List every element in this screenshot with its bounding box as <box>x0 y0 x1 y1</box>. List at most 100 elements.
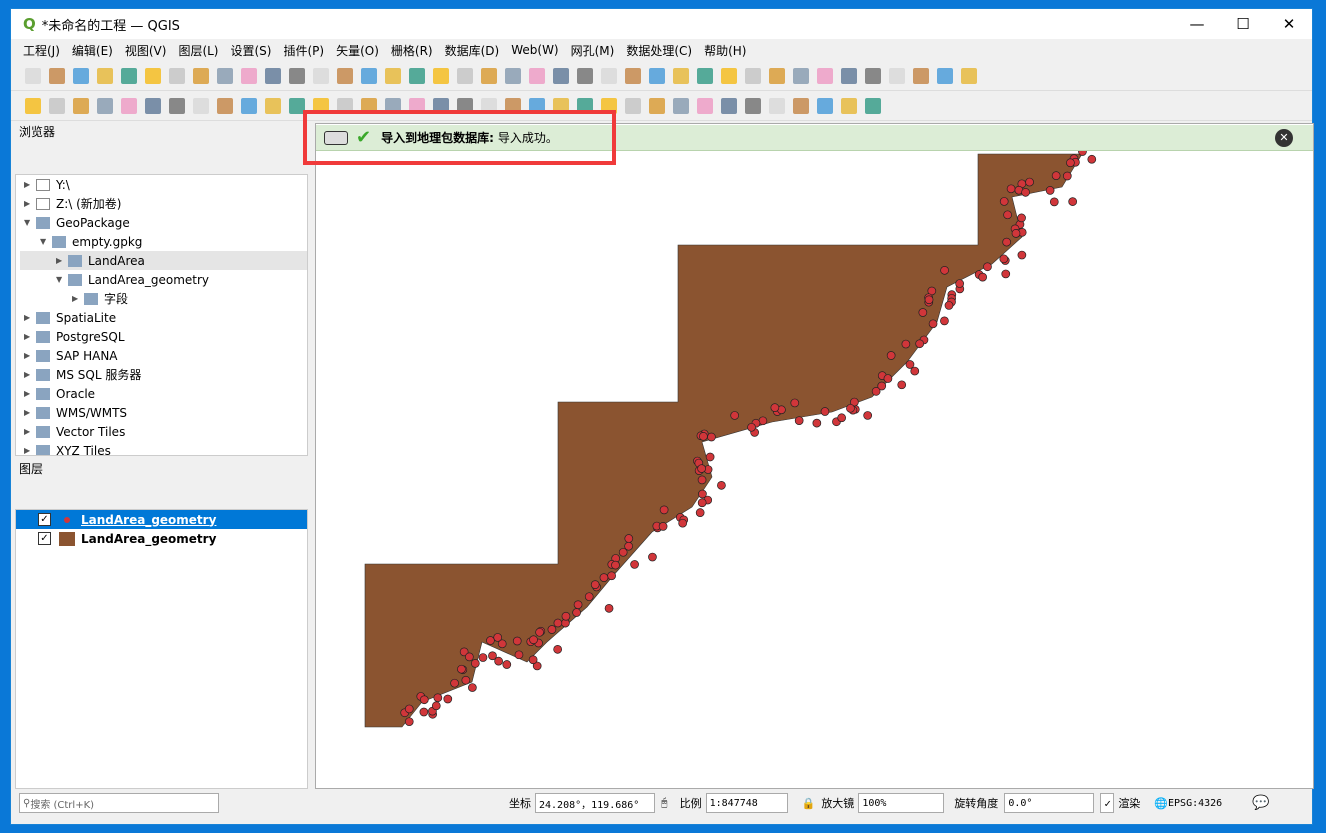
toolbar-tool-icon[interactable] <box>817 67 833 84</box>
map-canvas[interactable]: ✔ 导入到地理包数据库: 导入成功。 ✕ <box>315 123 1314 789</box>
toolbar-tool-icon[interactable] <box>721 97 737 114</box>
expand-arrow-icon[interactable]: ▼ <box>56 275 68 284</box>
expand-arrow-icon[interactable]: ▶ <box>56 256 68 265</box>
expand-arrow-icon[interactable]: ▶ <box>24 199 36 208</box>
toolbar-tool-icon[interactable] <box>73 67 89 84</box>
toolbar-tool-icon[interactable] <box>49 97 65 114</box>
toolbar-tool-icon[interactable] <box>337 67 353 84</box>
layer-visibility-checkbox[interactable]: ✓ <box>38 532 51 545</box>
expand-arrow-icon[interactable]: ▼ <box>24 218 36 227</box>
toolbar-tool-icon[interactable] <box>937 67 953 84</box>
maximize-button[interactable]: ☐ <box>1220 9 1266 39</box>
toolbar-tool-icon[interactable] <box>169 67 185 84</box>
toolbar-tool-icon[interactable] <box>697 97 713 114</box>
minimize-button[interactable]: — <box>1174 9 1220 39</box>
toolbar-tool-icon[interactable] <box>865 97 881 114</box>
browser-item[interactable]: ▼ empty.gpkg <box>20 232 307 251</box>
toolbar-tool-icon[interactable] <box>121 97 137 114</box>
expand-arrow-icon[interactable]: ▶ <box>24 332 36 341</box>
expand-arrow-icon[interactable]: ▶ <box>24 446 36 455</box>
browser-item[interactable]: ▶ PostgreSQL <box>20 327 307 346</box>
menu-item[interactable]: 编辑(E) <box>72 42 113 59</box>
search-input[interactable]: ⚲ 搜索 (Ctrl+K) <box>19 793 219 813</box>
toolbar-tool-icon[interactable] <box>601 67 617 84</box>
mouse-icon[interactable]: 🖰 <box>661 796 668 810</box>
coord-field[interactable]: 24.208°，119.686° <box>535 793 655 813</box>
toolbar-tool-icon[interactable] <box>793 97 809 114</box>
toolbar-tool-icon[interactable] <box>481 67 497 84</box>
toolbar-tool-icon[interactable] <box>313 67 329 84</box>
toolbar-tool-icon[interactable] <box>433 67 449 84</box>
toolbar-tool-icon[interactable] <box>769 97 785 114</box>
toolbar-tool-icon[interactable] <box>193 97 209 114</box>
toolbar-tool-icon[interactable] <box>889 67 905 84</box>
browser-item[interactable]: ▶ Vector Tiles <box>20 422 307 441</box>
browser-item[interactable]: ▶ Oracle <box>20 384 307 403</box>
expand-arrow-icon[interactable]: ▼ <box>40 237 52 246</box>
expand-arrow-icon[interactable]: ▶ <box>24 427 36 436</box>
toolbar-tool-icon[interactable] <box>793 67 809 84</box>
menu-item[interactable]: 插件(P) <box>283 42 324 59</box>
expand-arrow-icon[interactable]: ▶ <box>24 351 36 360</box>
lock-icon[interactable]: 🔒 <box>802 797 816 810</box>
layer-item[interactable]: ✓ LandArea_geometry <box>16 529 307 548</box>
layer-visibility-checkbox[interactable]: ✓ <box>38 513 51 526</box>
browser-item[interactable]: ▶ XYZ Tiles <box>20 441 307 455</box>
toolbar-tool-icon[interactable] <box>961 67 977 84</box>
browser-item[interactable]: ▶ Y:\ <box>20 175 307 194</box>
menu-item[interactable]: Web(W) <box>511 43 558 57</box>
toolbar-tool-icon[interactable] <box>673 67 689 84</box>
toolbar-tool-icon[interactable] <box>97 67 113 84</box>
layers-tree[interactable]: ✓ LandArea_geometry ✓ LandArea_geometry <box>15 509 308 789</box>
toolbar-tool-icon[interactable] <box>169 97 185 114</box>
toolbar-tool-icon[interactable] <box>97 97 113 114</box>
toolbar-tool-icon[interactable] <box>505 67 521 84</box>
expand-arrow-icon[interactable]: ▶ <box>24 389 36 398</box>
magnifier-spinbox[interactable]: 100% <box>858 793 945 813</box>
render-checkbox[interactable]: ✓ <box>1100 793 1115 813</box>
toolbar-tool-icon[interactable] <box>841 67 857 84</box>
expand-arrow-icon[interactable]: ▶ <box>24 408 36 417</box>
menu-item[interactable]: 数据库(D) <box>445 42 500 59</box>
toolbar-tool-icon[interactable] <box>745 97 761 114</box>
menu-item[interactable]: 帮助(H) <box>704 42 746 59</box>
toolbar-tool-icon[interactable] <box>841 97 857 114</box>
toolbar-tool-icon[interactable] <box>49 67 65 84</box>
menu-item[interactable]: 设置(S) <box>231 42 272 59</box>
toolbar-tool-icon[interactable] <box>217 67 233 84</box>
browser-item[interactable]: ▶ 字段 <box>20 289 307 308</box>
expand-arrow-icon[interactable]: ▶ <box>24 180 36 189</box>
browser-item[interactable]: ▶ SpatiaLite <box>20 308 307 327</box>
toolbar-tool-icon[interactable] <box>577 67 593 84</box>
expand-arrow-icon[interactable]: ▶ <box>72 294 84 303</box>
toolbar-tool-icon[interactable] <box>73 97 89 114</box>
toolbar-tool-icon[interactable] <box>769 67 785 84</box>
close-button[interactable]: ✕ <box>1266 9 1312 39</box>
toolbar-tool-icon[interactable] <box>817 97 833 114</box>
browser-item[interactable]: ▶ MS SQL 服务器 <box>20 365 307 384</box>
menu-item[interactable]: 栅格(R) <box>391 42 433 59</box>
toolbar-tool-icon[interactable] <box>25 97 41 114</box>
toolbar-tool-icon[interactable] <box>649 67 665 84</box>
toolbar-tool-icon[interactable] <box>553 67 569 84</box>
toolbar-tool-icon[interactable] <box>913 67 929 84</box>
browser-tree[interactable]: ▶ Y:\ ▶ Z:\ (新加卷) ▼ GeoPackage ▼ empty.gpkg ▶ Lan… <box>15 174 308 456</box>
toolbar-tool-icon[interactable] <box>193 67 209 84</box>
toolbar-tool-icon[interactable] <box>865 67 881 84</box>
browser-item[interactable]: ▶ LandArea <box>20 251 307 270</box>
toolbar-tool-icon[interactable] <box>745 67 761 84</box>
browser-item[interactable]: ▼ LandArea_geometry <box>20 270 307 289</box>
toolbar-tool-icon[interactable] <box>649 97 665 114</box>
toolbar-tool-icon[interactable] <box>409 67 425 84</box>
menu-item[interactable]: 视图(V) <box>125 42 167 59</box>
toolbar-tool-icon[interactable] <box>265 67 281 84</box>
menu-item[interactable]: 数据处理(C) <box>626 42 692 59</box>
toolbar-tool-icon[interactable] <box>529 67 545 84</box>
menu-item[interactable]: 图层(L) <box>178 42 218 59</box>
toolbar-tool-icon[interactable] <box>241 67 257 84</box>
browser-item[interactable]: ▶ Z:\ (新加卷) <box>20 194 307 213</box>
toolbar-tool-icon[interactable] <box>673 97 689 114</box>
messages-icon[interactable]: 💬 <box>1252 795 1269 811</box>
toolbar-tool-icon[interactable] <box>241 97 257 114</box>
toolbar-tool-icon[interactable] <box>625 67 641 84</box>
